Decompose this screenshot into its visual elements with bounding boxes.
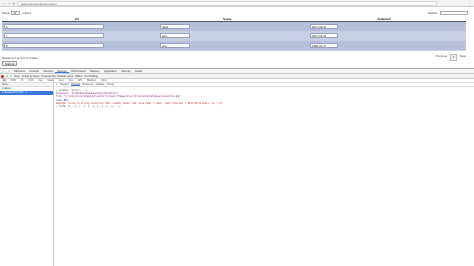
address-bar[interactable]: www.laravelcrudtest/crudtest xyxy=(17,1,437,6)
table-row: 6 dana 2017-09-14 xyxy=(2,22,466,32)
clear-icon[interactable]: ⊘ xyxy=(6,75,8,78)
filter-all[interactable]: All xyxy=(2,79,7,83)
tab-network[interactable]: Network xyxy=(54,69,69,73)
search-input[interactable] xyxy=(440,10,468,15)
disable-cache-checkbox[interactable]: Disable cache xyxy=(58,75,74,78)
throttling-select[interactable]: No throttling xyxy=(84,75,97,78)
id-input[interactable]: 8 xyxy=(4,42,104,48)
previous-button[interactable]: Previous xyxy=(435,54,447,61)
column-header-id[interactable]: ID xyxy=(2,16,152,21)
tab-security[interactable]: Security xyxy=(119,69,133,73)
tab-sources[interactable]: Sources xyxy=(41,69,55,73)
response-line[interactable]: ▸ trace: [{...}, {...}, {...}, {...}, {.… xyxy=(56,105,472,108)
filter-xhr[interactable]: XHR xyxy=(10,79,17,82)
filter-icon[interactable]: ▽ xyxy=(10,75,12,78)
search-control: Search: xyxy=(428,11,468,16)
next-button[interactable]: Next xyxy=(460,54,466,61)
name-input[interactable]: dana xyxy=(160,23,190,29)
devtools-panel: ⬚ ▯ Elements Console Sources Network Per… xyxy=(0,68,474,266)
tab-elements[interactable]: Elements xyxy=(12,69,27,73)
table-row: 7 john 2017-03-24 xyxy=(2,31,466,41)
page-1-button[interactable]: 1 xyxy=(450,54,457,61)
close-icon[interactable]: × xyxy=(56,83,57,86)
tab-cookies[interactable]: Cookies xyxy=(96,83,105,86)
table-info: Showing 1 to 3 of 3 entries xyxy=(2,56,38,60)
filter-img[interactable]: Img xyxy=(37,79,43,82)
tab-application[interactable]: Application xyxy=(102,69,119,73)
tab-console[interactable]: Console xyxy=(27,69,41,73)
tab-performance[interactable]: Performance xyxy=(69,69,88,73)
reload-icon[interactable]: ↻ xyxy=(12,2,16,6)
search-label: Search: xyxy=(427,10,439,15)
view-label: View: xyxy=(14,74,21,78)
filter-manifest[interactable]: Manifest xyxy=(86,79,97,82)
request-item-selected[interactable]: {"saveRecord":{"ids":...} xyxy=(0,91,53,96)
preserve-log-checkbox[interactable]: Preserve log xyxy=(42,75,56,78)
group-by-frame-checkbox[interactable]: Group by frame xyxy=(22,75,39,78)
tab-memory[interactable]: Memory xyxy=(88,69,102,73)
entries-select[interactable]: 10 xyxy=(11,11,21,15)
inducted-input[interactable]: 2017-03-24 xyxy=(310,33,338,38)
data-table: ID Name Inducted 6 dana 2017-09-14 7 joh… xyxy=(2,16,466,51)
inducted-input[interactable]: 1980-01-27 xyxy=(310,42,338,48)
back-icon[interactable]: ‹ xyxy=(2,2,6,6)
filter-media[interactable]: Media xyxy=(46,79,55,82)
show-label: Show xyxy=(2,11,10,15)
tab-response[interactable]: Response xyxy=(82,83,93,86)
column-header-inducted[interactable]: Inducted xyxy=(302,16,466,21)
name-input[interactable]: john xyxy=(160,42,190,48)
id-input[interactable]: 7 xyxy=(4,33,104,38)
id-input[interactable]: 6 xyxy=(4,23,104,29)
request-detail: × Headers Preview Response Cookies Timin… xyxy=(54,83,474,266)
response-preview: ▾ {status: "error", ...} exception: "Ill… xyxy=(54,87,474,110)
tab-headers[interactable]: Headers xyxy=(60,83,69,86)
name-input[interactable]: john xyxy=(160,33,190,38)
browser-toolbar: ‹ › ↻ www.laravelcrudtest/crudtest ⋮ xyxy=(0,0,474,7)
inducted-input[interactable]: 2017-09-14 xyxy=(310,23,338,29)
entries-label: entries xyxy=(22,11,32,15)
table-row: 8 john 1980-01-27 xyxy=(2,41,466,51)
forward-icon[interactable]: › xyxy=(7,2,11,6)
filter-ws[interactable]: WS xyxy=(77,79,83,82)
record-icon[interactable] xyxy=(1,74,4,78)
column-header-name[interactable]: Name xyxy=(152,16,302,21)
filter-css[interactable]: CSS xyxy=(28,79,35,82)
tab-audits[interactable]: Audits xyxy=(133,69,145,73)
submit-button[interactable]: Submit xyxy=(2,61,18,66)
filter-other[interactable]: Other xyxy=(100,79,108,82)
filter-doc[interactable]: Doc xyxy=(68,79,74,82)
filter-js[interactable]: JS xyxy=(20,79,25,82)
tab-preview[interactable]: Preview xyxy=(71,83,80,87)
pagination: Previous 1 Next xyxy=(435,54,466,61)
offline-checkbox[interactable]: Offline xyxy=(75,75,82,78)
filter-font[interactable]: Font xyxy=(58,79,65,82)
request-list: Name crudtest {"saveRecord":{"ids":...} xyxy=(0,83,54,266)
tab-timing[interactable]: Timing xyxy=(107,83,114,86)
menu-icon[interactable]: ⋮ xyxy=(468,2,472,6)
